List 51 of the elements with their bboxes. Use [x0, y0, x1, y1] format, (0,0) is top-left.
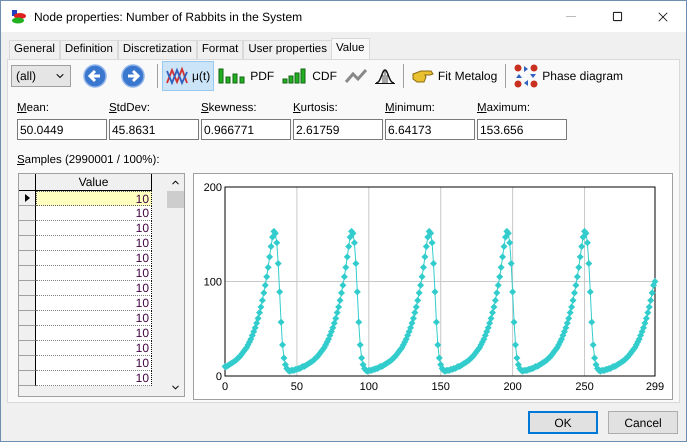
- dialog-button[interactable]: OK: [528, 411, 598, 434]
- stat-field[interactable]: 45.8631: [109, 119, 199, 140]
- table-cell: 10: [36, 340, 152, 356]
- stat-label: Kurtosis:: [293, 101, 339, 116]
- table-cell: 10: [36, 250, 152, 266]
- y-tick-label: 100: [204, 276, 222, 288]
- stat-field[interactable]: 6.64173: [385, 119, 475, 140]
- table-cell: 10: [36, 370, 152, 386]
- table-cell: 10: [36, 220, 152, 236]
- table-cell: 10: [36, 310, 152, 326]
- toolbar-button[interactable]: Fit Metalog: [408, 61, 502, 91]
- tab[interactable]: General: [9, 40, 60, 59]
- y-tick-label: 200: [204, 182, 222, 194]
- toolbar-button[interactable]: μ(t): [162, 61, 214, 91]
- table-cell: 10: [36, 356, 152, 370]
- toolbar-button[interactable]: PDF: [214, 61, 278, 91]
- stat-field[interactable]: 50.0449: [17, 119, 107, 140]
- toolbar-button[interactable]: CDF: [278, 61, 341, 91]
- stat-label: StdDev:: [109, 101, 151, 116]
- x-tick-label: 250: [575, 380, 594, 392]
- table-cell: 10: [36, 236, 152, 250]
- tab[interactable]: Format: [196, 40, 244, 59]
- table-cell: 10: [36, 206, 152, 220]
- table-cell: 10: [36, 326, 152, 340]
- tab[interactable]: User properties: [243, 40, 332, 59]
- x-tick-label: 299: [646, 380, 664, 392]
- toolbar-button[interactable]: Phase diagram: [510, 61, 627, 91]
- table-cell: 10: [36, 190, 152, 206]
- x-tick-label: 200: [503, 380, 522, 392]
- table-cell: 10: [36, 280, 152, 296]
- tab[interactable]: Discretization: [118, 40, 197, 59]
- stat-label: Maximum:: [477, 101, 532, 116]
- stat-field[interactable]: 153.656: [477, 119, 567, 140]
- x-tick-label: 50: [290, 380, 304, 392]
- window-title: Node properties: Number of Rabbits in the System: [34, 8, 302, 26]
- y-tick-label: 0: [216, 370, 222, 382]
- stat-label: Mean:: [17, 101, 50, 116]
- tab[interactable]: Value: [330, 38, 370, 59]
- table-cell: 10: [36, 296, 152, 310]
- stat-label: Minimum:: [385, 101, 436, 116]
- stat-field[interactable]: 2.61759: [293, 119, 383, 140]
- tab[interactable]: Definition: [60, 40, 118, 59]
- filter-dropdown[interactable]: (all): [11, 65, 71, 87]
- x-tick-label: 0: [222, 380, 228, 392]
- dialog-button[interactable]: Cancel: [608, 411, 678, 434]
- table-cell: 10: [36, 266, 152, 280]
- stat-label: Skewness:: [201, 101, 258, 116]
- x-tick-label: 150: [432, 380, 450, 392]
- x-tick-label: 100: [360, 380, 378, 392]
- stat-field[interactable]: 0.966771: [201, 119, 291, 140]
- samples-label: Samples (2990001 / 100%):: [17, 153, 161, 168]
